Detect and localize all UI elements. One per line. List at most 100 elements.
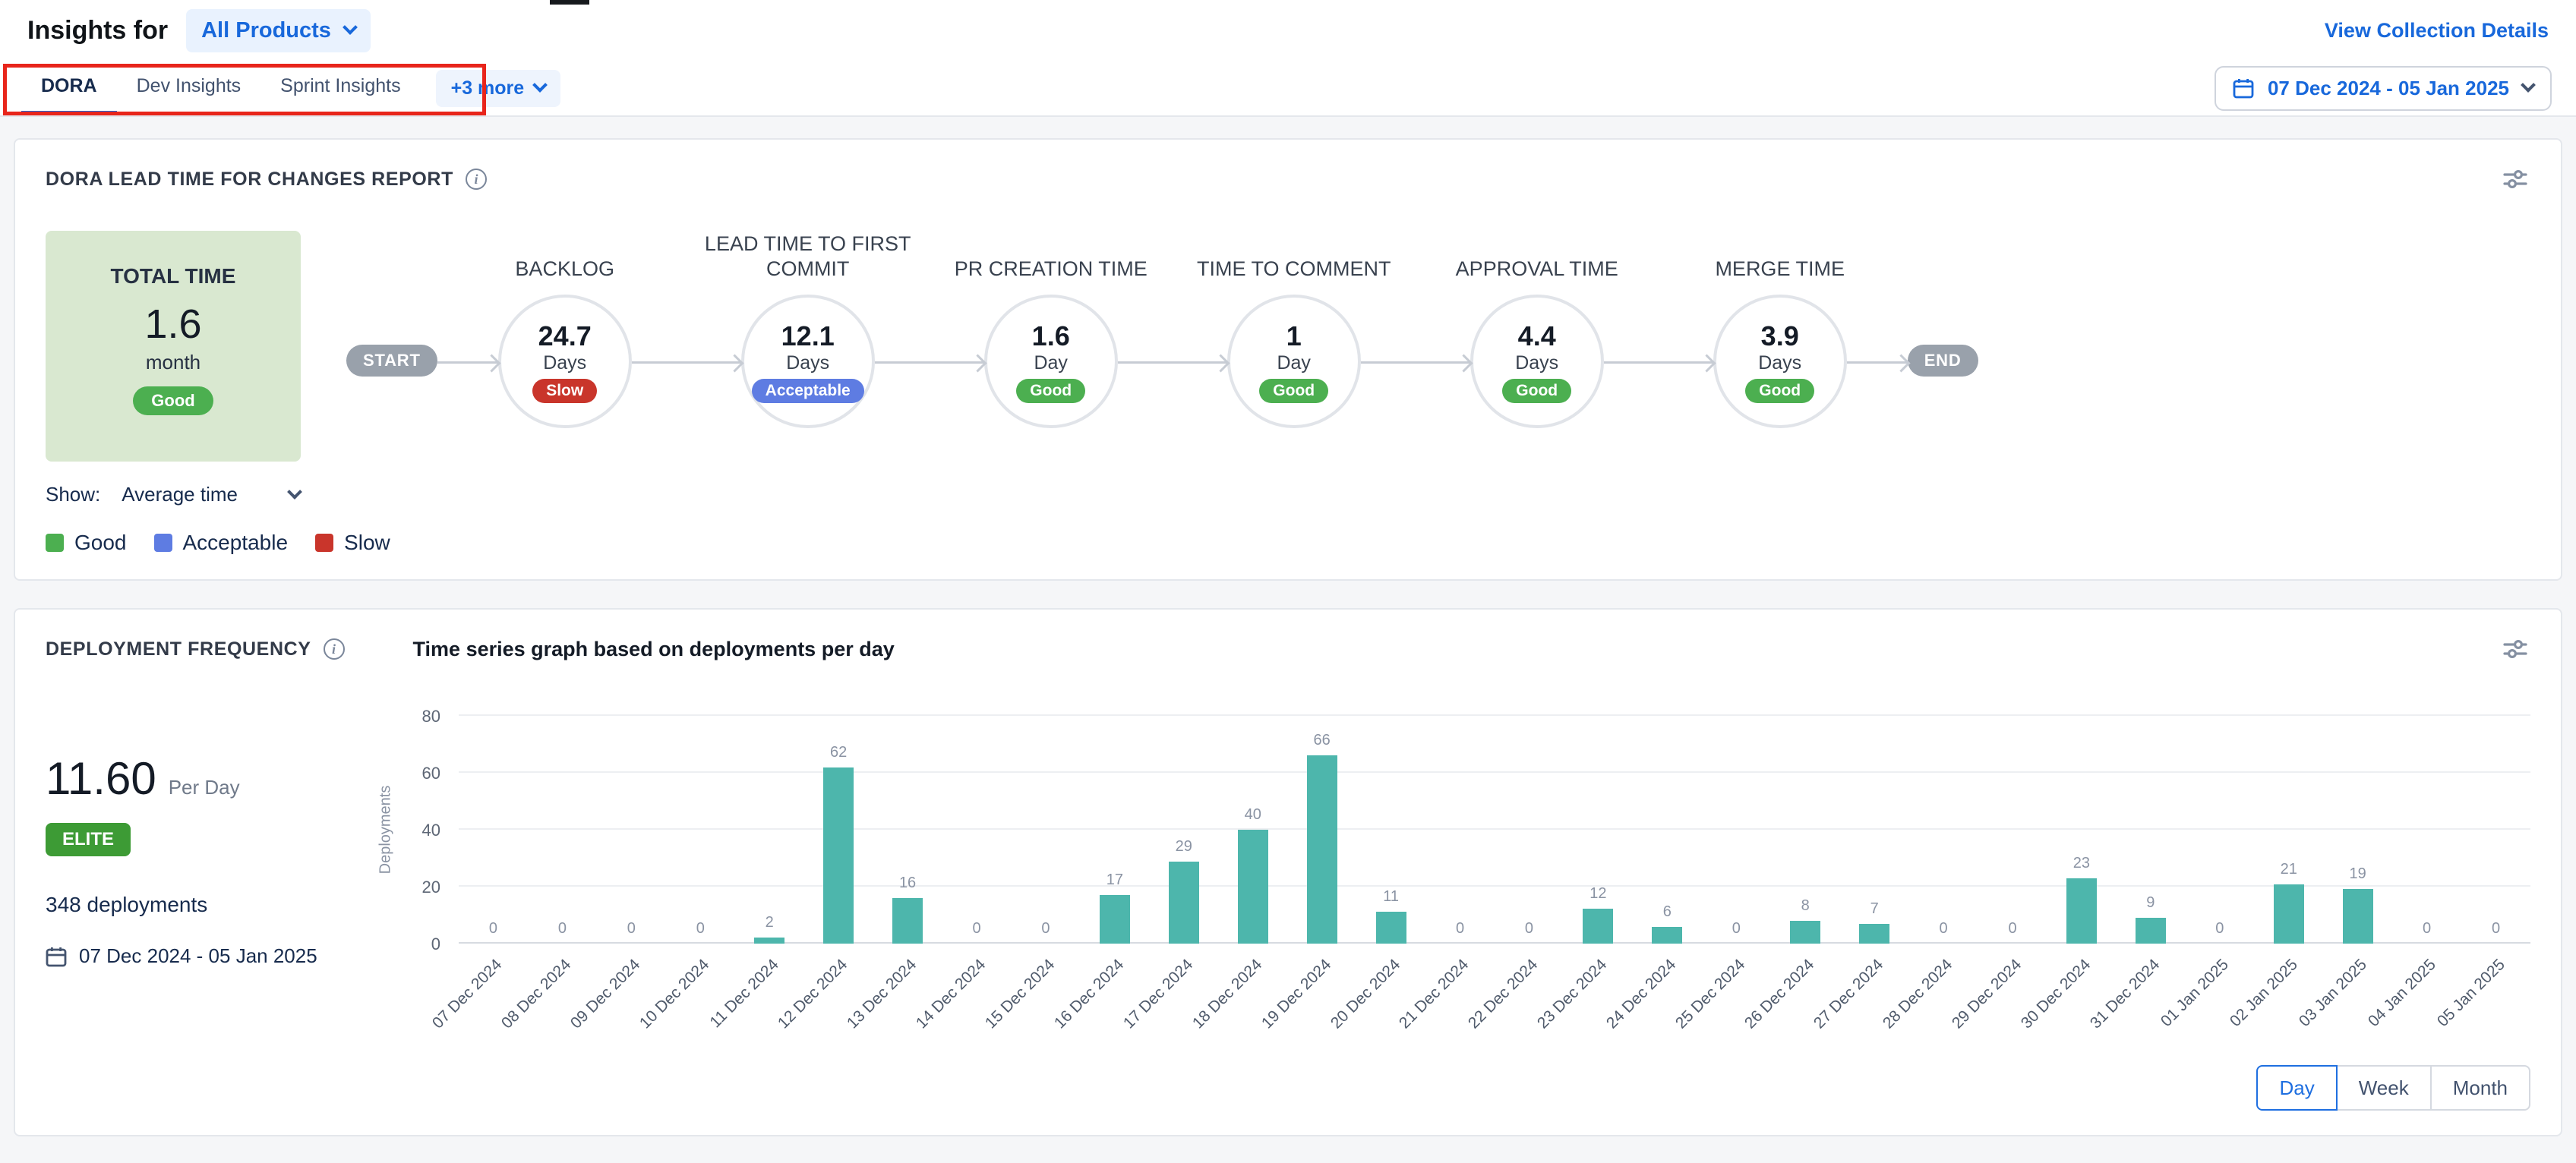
more-tabs-label: +3 more: [451, 77, 525, 99]
screen-artifact: [550, 0, 589, 5]
product-selector[interactable]: All Products: [186, 9, 371, 52]
x-axis-label: 08 Dec 2024: [498, 956, 575, 1032]
info-icon[interactable]: i: [324, 638, 345, 660]
x-axis-label: 25 Dec 2024: [1672, 956, 1749, 1032]
x-axis-label: 23 Dec 2024: [1534, 956, 1611, 1032]
total-deployments: 348 deployments: [46, 893, 349, 917]
x-axis-label: 02 Jan 2025: [2227, 956, 2302, 1031]
bar: [2343, 889, 2373, 944]
bar: [823, 767, 854, 944]
bar: [892, 898, 923, 944]
x-axis-label: 29 Dec 2024: [1949, 956, 2025, 1032]
bar-value-label: 8: [1801, 897, 1810, 915]
granularity-month[interactable]: Month: [2430, 1065, 2530, 1111]
chart-settings-button[interactable]: [2500, 164, 2530, 194]
lead-time-card-title: DORA LEAD TIME FOR CHANGES REPORT: [46, 169, 453, 191]
bar: [2066, 878, 2097, 944]
stage-value: 1.6: [1032, 320, 1070, 352]
stage-lead-time-to-first-commit: LEAD TIME TO FIRST COMMIT12.1DaysAccepta…: [741, 216, 875, 428]
stage-value: 24.7: [538, 320, 592, 352]
stage-unit: Days: [786, 352, 829, 374]
bar-value-label: 9: [2146, 894, 2155, 912]
x-axis-label: 31 Dec 2024: [2087, 956, 2164, 1032]
stage-name: MERGE TIME: [1642, 216, 1918, 295]
x-axis-label: 03 Jan 2025: [2296, 956, 2371, 1031]
date-range-label: 07 Dec 2024 - 05 Jan 2025: [2268, 77, 2509, 100]
chevron-down-icon: [532, 77, 548, 93]
y-axis-tick: 80: [389, 707, 440, 726]
deployment-date-range: 07 Dec 2024 - 05 Jan 2025: [46, 944, 349, 968]
lead-time-card: DORA LEAD TIME FOR CHANGES REPORT i TOTA…: [14, 138, 2562, 581]
stage-circle: 3.9DaysGood: [1713, 295, 1847, 428]
x-axis-label: 20 Dec 2024: [1327, 956, 1403, 1032]
granularity-toggle: DayWeekMonth: [2256, 1065, 2530, 1111]
bar-value-label: 0: [627, 920, 636, 938]
flow-arrow-icon: [1604, 361, 1713, 364]
bar-value-label: 0: [2423, 920, 2431, 938]
total-time-label: TOTAL TIME: [111, 264, 236, 288]
bar: [2136, 918, 2166, 944]
deployment-card-footer: DayWeekMonth: [46, 1065, 2530, 1111]
stage-unit: Day: [1277, 352, 1310, 374]
bar-value-label: 11: [1383, 888, 1399, 906]
info-icon[interactable]: i: [466, 169, 487, 190]
tab-dora[interactable]: DORA: [21, 61, 117, 115]
x-axis-label: 19 Dec 2024: [1258, 956, 1334, 1032]
deployments-bar-chart: Deployments 0204060800000262160017294066…: [349, 716, 2530, 1050]
lead-time-flow-row: TOTAL TIME 1.6 month Good STARTBACKLOG24…: [46, 216, 2530, 462]
chevron-down-icon: [2521, 77, 2536, 93]
stage-name: LEAD TIME TO FIRST COMMIT: [670, 216, 946, 295]
deployment-rate: 11.60 Per Day: [46, 752, 349, 805]
stage-circle: 24.7DaysSlow: [498, 295, 632, 428]
stage-name: APPROVAL TIME: [1399, 216, 1675, 295]
gridline: [459, 771, 2530, 773]
x-axis-label: 05 Jan 2025: [2434, 956, 2509, 1031]
header-left-group: Insights for All Products: [27, 9, 371, 52]
bar-value-label: 0: [1525, 920, 1533, 938]
show-label: Show:: [46, 483, 100, 506]
chart-settings-button[interactable]: [2500, 634, 2530, 664]
deployment-title-group: DEPLOYMENT FREQUENCY i: [46, 638, 345, 660]
bar-value-label: 6: [1663, 903, 1672, 921]
product-selector-label: All Products: [201, 18, 331, 43]
view-collection-details-link[interactable]: View Collection Details: [2325, 19, 2549, 43]
bar: [1790, 921, 1820, 944]
granularity-week[interactable]: Week: [2336, 1065, 2432, 1111]
flow-arrow-icon: [1361, 361, 1470, 364]
x-axis-label: 13 Dec 2024: [844, 956, 920, 1032]
deployment-rate-value: 11.60: [46, 752, 156, 805]
total-time-unit: month: [146, 351, 200, 374]
x-axis-label: 14 Dec 2024: [913, 956, 990, 1032]
bar-value-label: 17: [1106, 871, 1123, 889]
date-range-picker[interactable]: 07 Dec 2024 - 05 Jan 2025: [2215, 66, 2552, 111]
sliders-icon: [2503, 637, 2527, 661]
bar: [2274, 884, 2304, 944]
flow-arrow-icon: [437, 361, 498, 364]
bar-value-label: 29: [1176, 838, 1192, 856]
tab-sprint-insights[interactable]: Sprint Insights: [260, 61, 420, 115]
x-axis-labels: 07 Dec 202408 Dec 202409 Dec 202410 Dec …: [459, 944, 2530, 1050]
bar-value-label: 7: [1870, 900, 1879, 918]
total-time-box: TOTAL TIME 1.6 month Good: [46, 231, 301, 462]
tab-dev-insights[interactable]: Dev Insights: [117, 61, 261, 115]
performance-badge: ELITE: [46, 823, 131, 856]
legend-swatch: [315, 534, 333, 552]
legend-item-slow: Slow: [315, 531, 390, 555]
more-tabs-button[interactable]: +3 more: [436, 70, 561, 107]
bar: [1169, 862, 1199, 944]
stage-time-to-comment: TIME TO COMMENT1DayGood: [1227, 216, 1361, 428]
stage-name: TIME TO COMMENT: [1156, 216, 1432, 295]
show-row: Show: Average time: [46, 483, 2530, 506]
stage-value: 3.9: [1761, 320, 1799, 352]
legend-item-good: Good: [46, 531, 127, 555]
status-badge: Acceptable: [752, 379, 864, 403]
bar-value-label: 40: [1245, 806, 1261, 824]
deployment-card-header: DEPLOYMENT FREQUENCY i Time series graph…: [46, 634, 2530, 664]
deployment-card-title: DEPLOYMENT FREQUENCY: [46, 638, 311, 660]
stage-circle: 12.1DaysAcceptable: [741, 295, 875, 428]
tab-group: DORADev InsightsSprint Insights +3 more: [21, 61, 560, 115]
show-dropdown[interactable]: Average time: [122, 483, 300, 506]
x-axis-label: 28 Dec 2024: [1880, 956, 1956, 1032]
y-axis-tick: 40: [389, 821, 440, 840]
granularity-day[interactable]: Day: [2256, 1065, 2337, 1111]
